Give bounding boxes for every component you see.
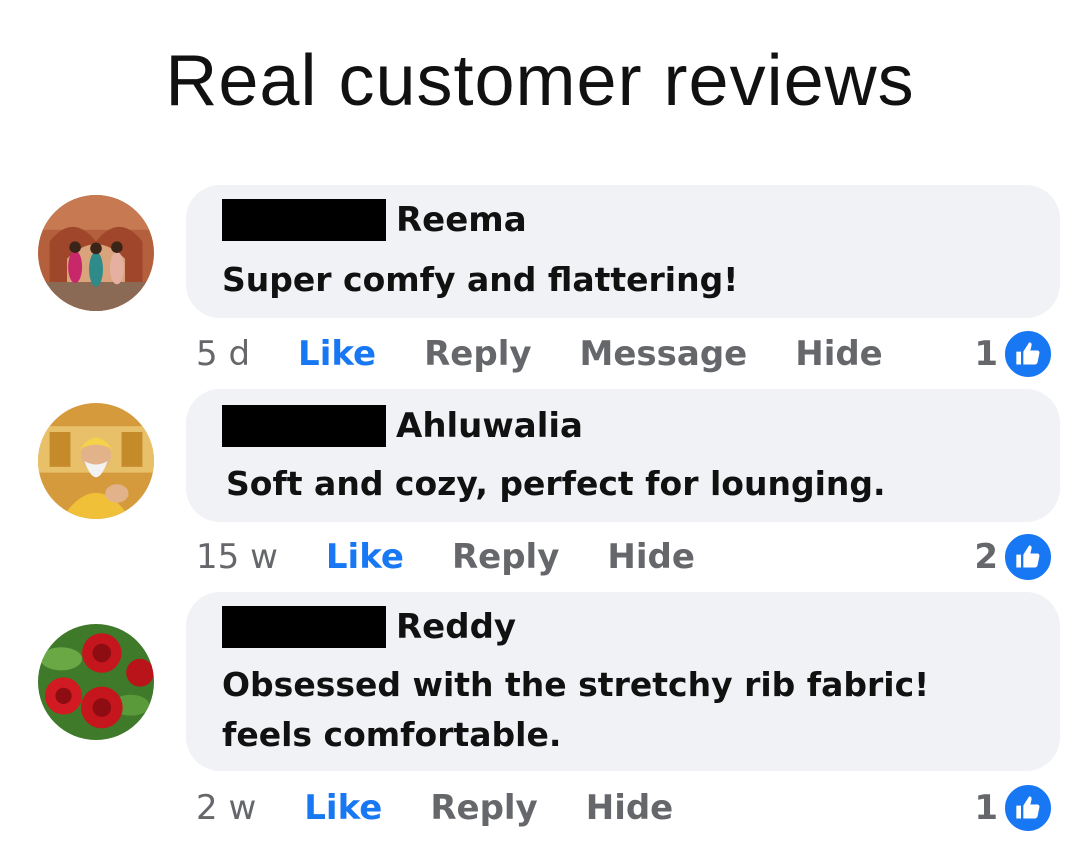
reaction-number: 2: [974, 537, 998, 577]
comment-actions: 15 w Like Reply Hide: [196, 537, 743, 577]
comment-actions: 5 d Like Reply Message Hide: [196, 334, 931, 374]
thumbs-up-icon: [1002, 531, 1054, 583]
comment-time[interactable]: 5 d: [196, 334, 250, 374]
page-title: Real customer reviews: [165, 41, 915, 121]
comment-time[interactable]: 2 w: [196, 788, 256, 828]
comment-actions: 2 w Like Reply Hide: [196, 788, 721, 828]
comment-bubble: Reddy Obsessed with the stretchy rib fab…: [186, 592, 1060, 771]
like-button[interactable]: Like: [298, 334, 376, 374]
avatar[interactable]: [38, 624, 154, 740]
reaction-number: 1: [974, 334, 998, 374]
guru-portrait-avatar: [38, 403, 154, 519]
redacted-surname: [222, 606, 386, 648]
comment-text: Soft and cozy, perfect for lounging.: [226, 464, 886, 503]
comment-time[interactable]: 15 w: [196, 537, 278, 577]
redacted-surname: [222, 405, 386, 447]
hide-button[interactable]: Hide: [607, 537, 695, 577]
women-in-palace-avatar: [38, 195, 154, 311]
comment-text: Super comfy and flattering!: [222, 260, 739, 299]
thumbs-up-icon: [1002, 782, 1054, 834]
like-button[interactable]: Like: [304, 788, 382, 828]
comment-text: Obsessed with the stretchy rib fabric! f…: [222, 665, 930, 754]
avatar[interactable]: [38, 195, 154, 311]
author-name[interactable]: Reddy: [396, 607, 516, 647]
comment-bubble: Ahluwalia Soft and cozy, perfect for lou…: [186, 389, 1060, 522]
hide-button[interactable]: Hide: [795, 334, 883, 374]
reply-button[interactable]: Reply: [424, 334, 531, 374]
reaction-count[interactable]: 1: [974, 782, 1054, 834]
reply-button[interactable]: Reply: [430, 788, 537, 828]
comment-author: Ahluwalia: [222, 405, 583, 447]
like-button[interactable]: Like: [326, 537, 404, 577]
comment-author: Reddy: [222, 606, 516, 648]
reaction-count[interactable]: 2: [974, 531, 1054, 583]
red-roses-avatar: [38, 624, 154, 740]
reaction-number: 1: [974, 788, 998, 828]
author-name[interactable]: Reema: [396, 200, 527, 240]
comment-author: Reema: [222, 199, 527, 241]
avatar[interactable]: [38, 403, 154, 519]
message-button[interactable]: Message: [580, 334, 748, 374]
redacted-surname: [222, 199, 386, 241]
hide-button[interactable]: Hide: [586, 788, 674, 828]
reaction-count[interactable]: 1: [974, 328, 1054, 380]
comment-bubble: Reema Super comfy and flattering!: [186, 185, 1060, 318]
reply-button[interactable]: Reply: [452, 537, 559, 577]
thumbs-up-icon: [1002, 328, 1054, 380]
author-name[interactable]: Ahluwalia: [396, 406, 583, 446]
